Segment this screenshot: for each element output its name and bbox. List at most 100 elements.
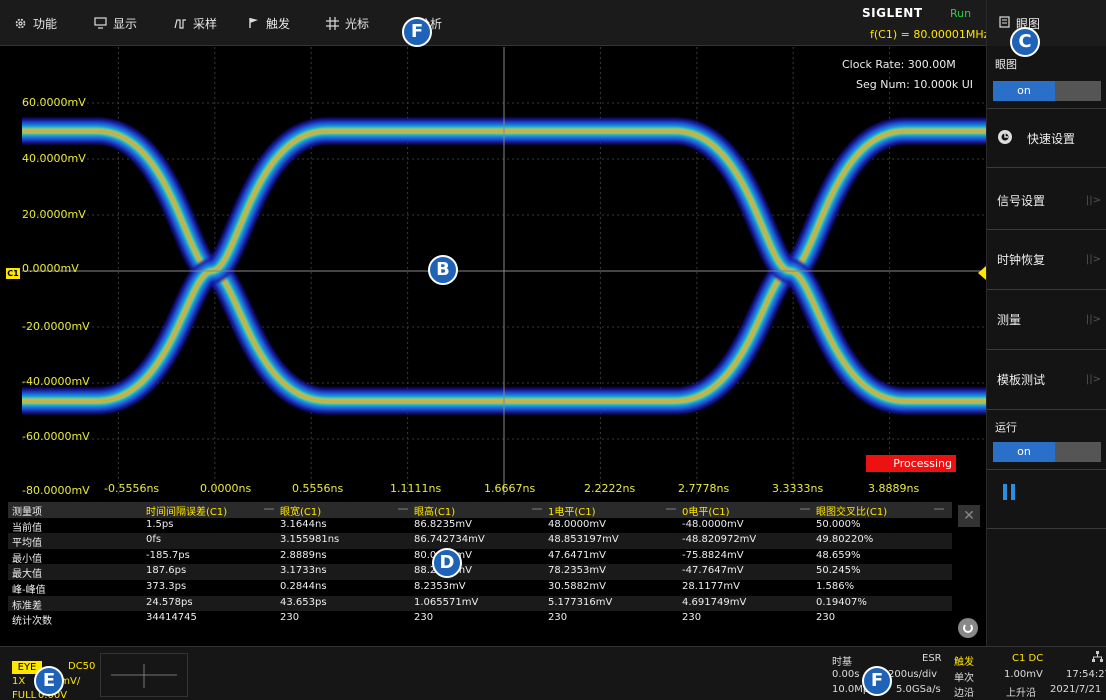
chevron-right-icon: ||> <box>1085 373 1101 385</box>
remove-measurement-icon[interactable] <box>666 508 676 510</box>
measurement-cell: 1.5ps <box>146 518 174 530</box>
eye-toggle-on: on <box>993 81 1055 101</box>
callout-e: E <box>34 666 64 696</box>
close-icon[interactable]: ✕ <box>958 505 980 527</box>
measurement-cell: 48.659% <box>816 549 861 561</box>
measurement-header[interactable]: 眼宽(C1) <box>280 503 321 518</box>
measurement-cell: 当前值 <box>12 522 42 534</box>
measurement-cell: -48.0000mV <box>682 518 744 530</box>
refresh-icon[interactable] <box>958 618 978 638</box>
measurement-row: 峰-峰值 373.3ps 0.2844ns 8.2353mV 30.5882mV 28.1… <box>8 580 952 596</box>
measure-label: 测量 <box>997 312 1022 327</box>
measurement-cell: 1.065571mV <box>414 596 479 608</box>
seg-num-readout: Seg Num: 10.000k UI <box>856 78 973 91</box>
menu-display[interactable]: 显示 <box>94 0 137 46</box>
measurement-row: 最大值187.6ps3.1733ns88.2353mV78.2353mV-47.… <box>8 564 952 580</box>
measurement-cell: -185.7ps <box>146 549 190 561</box>
measurement-cell: 28.1177mV <box>682 581 740 592</box>
remove-measurement-icon[interactable] <box>264 508 274 510</box>
measurement-cell: 43.653ps <box>280 596 327 608</box>
run-toggle[interactable]: on <box>993 442 1101 462</box>
measurement-cell: 0.2844ns <box>280 581 327 592</box>
mask-test-button[interactable]: 模板测试 ||> <box>987 350 1106 408</box>
eye-label: 眼图 <box>995 58 1017 71</box>
quick-setup-button[interactable]: 快速设置 <box>987 109 1106 167</box>
signal-setup-button[interactable]: 信号设置 ||> <box>987 171 1106 229</box>
menu-cursor[interactable]: 光标 <box>326 0 369 46</box>
probe: 1X <box>12 676 26 687</box>
clock-rate-readout: Clock Rate: 300.00M <box>842 58 956 71</box>
trigger-type: 边沿 <box>954 688 974 699</box>
y-axis-label: -20.0000mV <box>22 320 90 333</box>
measurement-header: 测量项 <box>12 507 42 518</box>
x-axis-label: -0.5556ns <box>104 482 160 495</box>
chevron-right-icon: ||> <box>1085 313 1101 325</box>
bottom-status-bar: EYE DC50 1X 20.0mV/ FULL 0.00V 时基 ESR 0.… <box>0 646 1106 700</box>
scope-display[interactable] <box>22 47 986 495</box>
measurement-cell: 3.1733ns <box>280 565 327 577</box>
trigger-label: 触发 <box>954 657 974 668</box>
measurement-cell: 230 <box>548 612 568 624</box>
signal-setup-label: 信号设置 <box>997 193 1046 208</box>
menu-trigger-label: 触发 <box>266 16 291 31</box>
menu-function-label: 功能 <box>33 16 58 31</box>
measure-button[interactable]: 测量 ||> <box>987 290 1106 348</box>
clock-recovery-label: 时钟恢复 <box>997 252 1046 267</box>
menu-trigger[interactable]: 触发 <box>248 0 290 46</box>
chevron-right-icon: ||> <box>1085 194 1101 206</box>
clock-time: 17:54:27 <box>1066 669 1106 680</box>
remove-measurement-icon[interactable] <box>532 508 542 510</box>
measurement-cell: 峰-峰值 <box>12 585 46 596</box>
y-axis-label: 40.0000mV <box>22 152 86 165</box>
trigger-slope: 上升沿 <box>1006 688 1036 699</box>
trigger-info[interactable]: 触发 C1 DC 单次 1.00mV 边沿 上升沿 <box>950 651 1050 699</box>
measurement-header[interactable]: 时间间隔误差(C1) <box>146 503 227 518</box>
coupling: DC50 <box>68 661 96 672</box>
x-axis-label: 2.7778ns <box>678 482 730 495</box>
run-status[interactable]: Run <box>950 7 971 20</box>
clock-recovery-button[interactable]: 时钟恢复 ||> <box>987 230 1106 288</box>
measurement-cell: 50.000% <box>816 518 861 530</box>
remove-measurement-icon[interactable] <box>398 508 408 510</box>
clock-date: 2021/7/21 <box>1050 684 1102 695</box>
menu-display-label: 显示 <box>113 16 138 31</box>
remove-measurement-icon[interactable] <box>800 508 810 510</box>
bandwidth: FULL <box>12 690 37 700</box>
measurement-cell: 230 <box>682 612 702 624</box>
frequency-readout: f(C1) = 80.00001MHz <box>870 28 990 41</box>
quick-setup-icon <box>997 129 1013 148</box>
channel-marker[interactable]: C1 <box>6 268 20 279</box>
measurement-cell: 最大值 <box>12 569 42 581</box>
measurement-cell: 230 <box>414 612 434 624</box>
brand-area: SIGLENT Run f(C1) = 80.00001MHz <box>862 6 990 44</box>
sample-rate: 5.0GSa/s <box>896 684 941 695</box>
pause-button[interactable] <box>1001 480 1021 508</box>
trigger-level-marker[interactable] <box>978 266 986 280</box>
processing-indicator: Processing <box>866 455 956 472</box>
measurement-header[interactable]: 眼图交叉比(C1) <box>816 503 887 518</box>
measurement-header[interactable]: 1电平(C1) <box>548 503 596 518</box>
chevron-right-icon: ||> <box>1085 253 1101 265</box>
trigger-source: C1 DC <box>1012 653 1044 664</box>
remove-measurement-icon[interactable] <box>934 508 944 510</box>
menu-acquire[interactable]: 采样 <box>174 0 217 46</box>
callout-f-top: F <box>402 17 432 47</box>
measurement-row: 最小值-185.7ps2.8889ns80.0000mV47.6471mV-75… <box>8 549 952 565</box>
menu-function[interactable]: 功能 <box>14 0 57 46</box>
measurement-cell: 2.8889ns <box>280 549 327 561</box>
eye-toggle[interactable]: on <box>993 81 1101 101</box>
measurement-cell: 373.3ps <box>146 581 187 592</box>
top-menu-bar: 功能 显示 采样 触发 光标 分析 SIGLENT Run f(C1) = 80… <box>0 0 990 46</box>
callout-d: D <box>432 548 462 578</box>
callout-b: B <box>428 255 458 285</box>
trigger-delay: 0.00s <box>832 669 860 680</box>
measurement-cell: 187.6ps <box>146 565 187 577</box>
x-axis-label: 3.8889ns <box>868 482 920 495</box>
flag-icon <box>248 17 260 29</box>
measurement-cell: 8.2353mV <box>414 581 466 592</box>
measurement-cell: 统计次数 <box>12 616 52 628</box>
measurement-header[interactable]: 0电平(C1) <box>682 503 730 518</box>
measurement-cell: 49.80220% <box>816 534 874 546</box>
measurement-header[interactable]: 眼高(C1) <box>414 503 455 518</box>
network-icon <box>1092 651 1103 665</box>
